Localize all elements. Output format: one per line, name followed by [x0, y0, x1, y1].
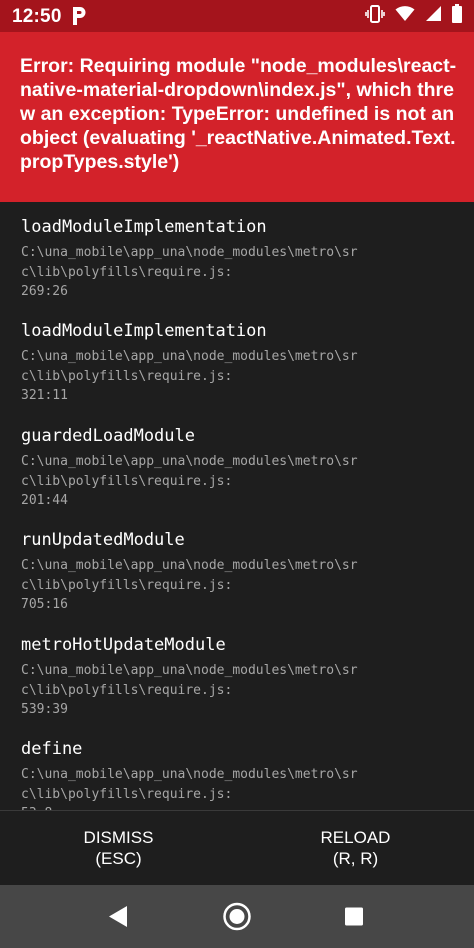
home-button[interactable] [197, 885, 277, 948]
stack-frame[interactable]: loadModuleImplementation C:\una_mobile\a… [0, 202, 474, 306]
error-message: Error: Requiring module "node_modules\re… [20, 55, 457, 173]
back-button[interactable] [78, 885, 158, 948]
battery-icon [452, 4, 462, 28]
frame-file-location: C:\una_mobile\app_una\node_modules\metro… [21, 663, 358, 717]
frame-file-location: C:\una_mobile\app_una\node_modules\metro… [21, 245, 358, 299]
frame-file-location: C:\una_mobile\app_una\node_modules\metro… [21, 558, 358, 612]
recents-button[interactable] [314, 885, 394, 948]
stack-frame[interactable]: guardedLoadModule C:\una_mobile\app_una\… [0, 411, 474, 515]
status-icons [365, 4, 462, 28]
frame-method: define [21, 739, 83, 759]
navigation-bar [0, 885, 474, 948]
back-icon [109, 906, 127, 927]
dismiss-label: DISMISS [83, 828, 154, 847]
frame-method: loadModuleImplementation [21, 217, 267, 237]
stack-frame[interactable]: loadModuleImplementation C:\una_mobile\a… [0, 306, 474, 410]
error-header: Error: Requiring module "node_modules\re… [0, 32, 474, 202]
signal-icon [425, 5, 442, 27]
status-bar: 12:50 [0, 0, 474, 32]
vibrate-icon [365, 4, 385, 28]
frame-file-location: C:\una_mobile\app_una\node_modules\metro… [21, 349, 358, 403]
frame-file-location: C:\una_mobile\app_una\node_modules\metro… [21, 767, 358, 810]
stack-frame[interactable]: metroHotUpdateModule C:\una_mobile\app_u… [0, 620, 474, 724]
p-app-icon [73, 7, 86, 25]
dismiss-button[interactable]: DISMISS (ESC) [0, 811, 237, 885]
frame-method: runUpdatedModule [21, 530, 185, 550]
frame-method: metroHotUpdateModule [21, 635, 226, 655]
wifi-icon [395, 5, 415, 27]
home-icon [223, 902, 251, 931]
frame-method: guardedLoadModule [21, 426, 195, 446]
reload-button[interactable]: RELOAD (R, R) [237, 811, 474, 885]
stack-trace-list[interactable]: loadModuleImplementation C:\una_mobile\a… [0, 202, 474, 810]
button-bar: DISMISS (ESC) RELOAD (R, R) [0, 811, 474, 885]
dismiss-shortcut: (ESC) [95, 849, 142, 868]
reload-shortcut: (R, R) [332, 849, 379, 868]
reload-label: RELOAD [320, 828, 391, 847]
frame-file-location: C:\una_mobile\app_una\node_modules\metro… [21, 454, 358, 508]
recents-icon [345, 907, 363, 926]
status-time: 12:50 [12, 6, 62, 27]
stack-frame[interactable]: define C:\una_mobile\app_una\node_module… [0, 724, 474, 810]
stack-frame[interactable]: runUpdatedModule C:\una_mobile\app_una\n… [0, 515, 474, 619]
frame-method: loadModuleImplementation [21, 321, 267, 341]
